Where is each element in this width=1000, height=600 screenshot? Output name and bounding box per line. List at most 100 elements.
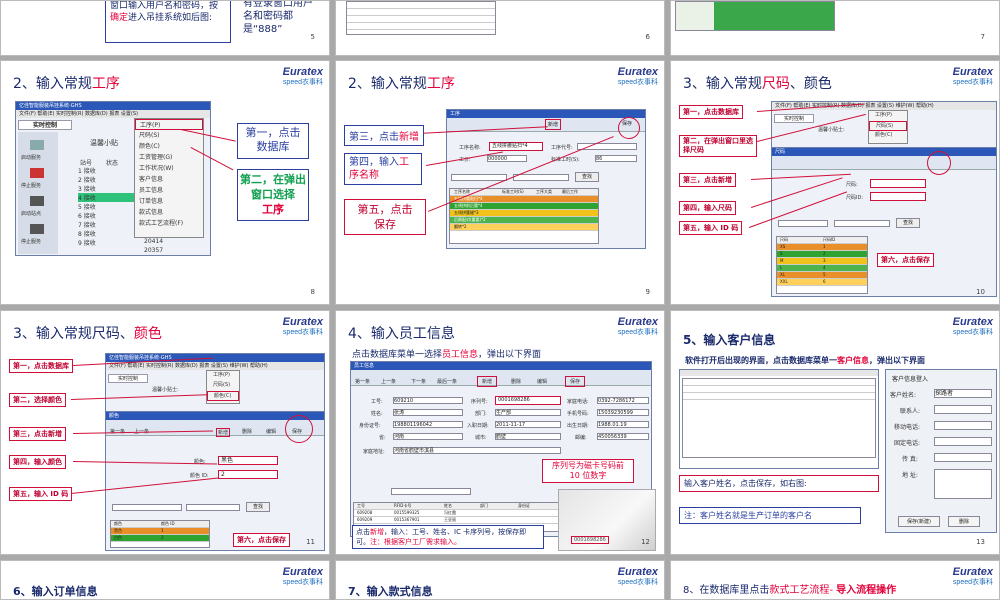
last-button[interactable]: 最后一条 (437, 378, 457, 385)
list-item[interactable]: 7 接收 (78, 220, 138, 229)
menu-item-process[interactable]: 工序(P) (869, 111, 907, 121)
list-item[interactable]: 5 接收 (78, 202, 138, 211)
save-new-button[interactable]: 保存(新建) (898, 516, 940, 527)
menu-bar[interactable]: 文件(F) 帮助(E) 实时控制(R) 数据库(D) 报表 设置(S) 维护(W… (772, 102, 996, 110)
tab-realtime[interactable]: 实时控制 (774, 114, 814, 123)
table-row[interactable]: 五线拼腰贴扫*4 (450, 196, 598, 203)
contact-input[interactable] (934, 405, 992, 414)
tab-realtime[interactable]: 实时控制 (18, 120, 72, 130)
employee-id-input[interactable]: 609210 (393, 397, 463, 404)
table-row[interactable]: XXL 6 (777, 279, 867, 286)
province-input[interactable]: 河南 (393, 433, 463, 440)
phone-input[interactable] (934, 437, 992, 446)
menu-item-color[interactable]: 颜色(C) (207, 391, 239, 401)
menu-bar[interactable]: 文件(F) 帮助(E) 实时控制(R) 数据库(D) 报表 设置(S) 维护(W… (106, 362, 324, 370)
tab-realtime[interactable]: 实时控制 (108, 374, 148, 383)
delete-button[interactable]: 删除 (242, 428, 252, 435)
search-input[interactable] (186, 504, 240, 511)
stop-station-icon[interactable] (30, 224, 44, 234)
table-row[interactable]: 五线拼腰缝*3 (450, 210, 598, 217)
edit-button[interactable]: 编辑 (266, 428, 276, 435)
menu-item-style-flow[interactable]: 款式工艺流程(F) (135, 218, 203, 229)
stop-service-icon[interactable] (30, 168, 44, 178)
add-button[interactable]: 新增 (545, 119, 561, 130)
list-item[interactable]: 6 接收 (78, 211, 138, 220)
table-row[interactable]: XS 1 (777, 244, 867, 251)
table-row[interactable]: 白色 2 (111, 535, 209, 542)
save-button[interactable]: 保存 (565, 376, 586, 387)
process-name-input[interactable]: 五线拼腰贴扫*4 (489, 142, 543, 151)
table-row[interactable]: 翻转*2 (450, 224, 598, 231)
list-item[interactable]: 8 接收 (78, 229, 138, 238)
start-station-icon[interactable] (30, 196, 44, 206)
next-button[interactable]: 下一条 (411, 378, 426, 385)
name-input[interactable]: 张涛 (393, 409, 463, 416)
search-button[interactable]: 查找 (246, 502, 270, 512)
table-row[interactable]: L4 (777, 265, 867, 272)
postcode-input[interactable]: 450056339 (597, 433, 649, 440)
menu-item-size[interactable]: 尺码(S) (869, 121, 907, 131)
customer-name-input[interactable]: 探路者 (934, 389, 992, 398)
menu-item-size[interactable]: 尺码(S) (207, 381, 239, 391)
list-item[interactable]: 9 接收 (78, 238, 138, 247)
add-button[interactable]: 新增 (216, 428, 231, 437)
search-input[interactable] (513, 174, 569, 181)
menu-item-employee[interactable]: 员工信息 (135, 185, 203, 196)
search-button[interactable]: 查找 (896, 218, 920, 228)
menu-item-process[interactable]: 工序(P) (135, 119, 203, 130)
table-row[interactable]: 黑色 1 (111, 528, 209, 535)
address-input[interactable]: 河南省鹤壁市淇县 (393, 447, 561, 454)
color-input[interactable]: 黑色 (218, 456, 278, 465)
edit-button[interactable]: 编辑 (537, 378, 547, 385)
search-select[interactable] (451, 174, 507, 181)
menu-item-customer[interactable]: 客户信息 (135, 174, 203, 185)
first-button[interactable]: 第一条 (355, 378, 370, 385)
search-button[interactable]: 查找 (575, 172, 599, 182)
std-time-input[interactable]: 86 (595, 155, 637, 162)
menu-item-style[interactable]: 款式信息 (135, 207, 203, 218)
table-row[interactable]: 后裤配对(重要)*2 (450, 217, 598, 224)
department-input[interactable]: 生产部 (495, 409, 561, 416)
table-row[interactable]: XL 5 (777, 272, 867, 279)
list-item[interactable]: 4 接收 (78, 193, 138, 202)
menu-item-wage[interactable]: 工资管理(G) (135, 152, 203, 163)
home-phone-input[interactable]: 0392-7286172 (597, 397, 649, 404)
search-input[interactable] (834, 220, 890, 227)
table-row[interactable]: M3 (777, 258, 867, 265)
birth-date-input[interactable]: 1988.01.19 (597, 421, 649, 428)
fax-input[interactable] (934, 453, 992, 462)
customer-list[interactable] (682, 378, 876, 458)
table-row[interactable]: 609209 0015367901 王亚丽 (354, 517, 562, 524)
menu-item-order[interactable]: 订单信息 (135, 196, 203, 207)
search-select[interactable] (778, 220, 828, 227)
menu-item-color[interactable]: 颜色(C) (135, 141, 203, 152)
serial-input[interactable]: 0001698286 (495, 396, 561, 405)
color-id-input[interactable]: 2 (218, 470, 278, 479)
list-item[interactable]: 3 接收 (78, 184, 138, 193)
mobile-input[interactable]: 15039230599 (597, 409, 649, 416)
table-row[interactable]: 609208 0015599325 冯红霞 (354, 510, 562, 517)
size-input[interactable] (870, 179, 926, 188)
size-id-input[interactable] (870, 192, 926, 201)
list-item[interactable]: 2 接收 (78, 175, 138, 184)
wage-input[interactable]: 000000 (487, 155, 527, 162)
address-input[interactable] (934, 469, 992, 499)
start-service-icon[interactable] (30, 140, 44, 150)
id-card-input[interactable]: 198801196042 (393, 421, 463, 428)
table-row[interactable]: 五线拼前后腰*4 (450, 203, 598, 210)
delete-button[interactable]: 删除 (511, 378, 521, 385)
list-item[interactable]: 1 接收 (78, 166, 138, 175)
prev-button[interactable]: 上一条 (381, 378, 396, 385)
search-select[interactable] (391, 488, 471, 495)
menu-item-color[interactable]: 颜色(C) (869, 131, 907, 141)
city-input[interactable]: 鹤壁 (495, 433, 561, 440)
add-button[interactable]: 新增 (477, 376, 498, 387)
menu-item-work-status[interactable]: 工作状况(W) (135, 163, 203, 174)
menu-bar[interactable]: 文件(F) 帮助(E) 实时控制(R) 数据库(D) 报表 设置(S) (16, 110, 210, 118)
hire-date-input[interactable]: 2011-11-17 (495, 421, 561, 428)
table-row[interactable]: S2 (777, 251, 867, 258)
mobile-input[interactable] (934, 421, 992, 430)
delete-button[interactable]: 删除 (948, 516, 980, 527)
search-select[interactable] (112, 504, 182, 511)
menu-item-process[interactable]: 工序(P) (207, 371, 239, 381)
